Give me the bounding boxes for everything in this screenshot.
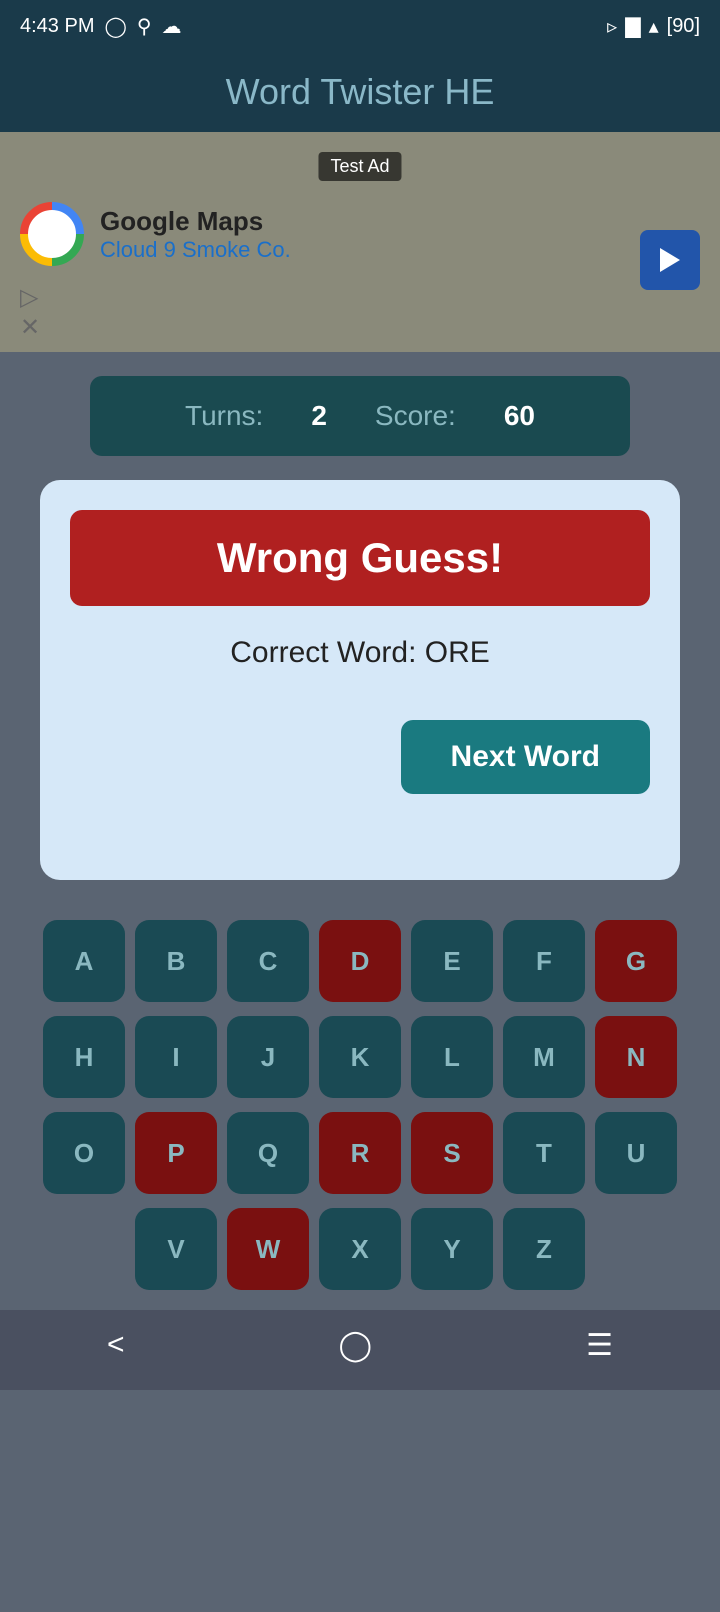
vibrate-icon: ▹ <box>607 14 617 39</box>
wifi-icon: ▴ <box>649 14 659 39</box>
key-a[interactable]: A <box>43 920 125 1002</box>
key-x[interactable]: X <box>319 1208 401 1290</box>
status-bar-right: ▹ ▇ ▴ [90] <box>607 14 700 39</box>
ad-label: Test Ad <box>318 152 401 181</box>
keyboard-area: ABCDEFG HIJKLMN OPQRSTU VWXYZ <box>0 920 720 1290</box>
score-value: 60 <box>504 400 535 432</box>
ad-navigation-icon[interactable] <box>640 230 700 290</box>
home-button[interactable]: ◯ <box>339 1328 373 1363</box>
correct-word-display: Correct Word: ORE <box>230 636 490 670</box>
battery-display: [90] <box>667 15 700 38</box>
key-p[interactable]: P <box>135 1112 217 1194</box>
key-w[interactable]: W <box>227 1208 309 1290</box>
key-h[interactable]: H <box>43 1016 125 1098</box>
ad-banner: Test Ad Google Maps Cloud 9 Smoke Co. ▷ … <box>0 132 720 352</box>
keyboard-row-2: OPQRSTU <box>20 1112 700 1194</box>
key-f[interactable]: F <box>503 920 585 1002</box>
menu-button[interactable]: ☰ <box>586 1328 613 1363</box>
key-l[interactable]: L <box>411 1016 493 1098</box>
key-v[interactable]: V <box>135 1208 217 1290</box>
wrong-guess-text: Wrong Guess! <box>217 534 503 581</box>
score-label: Score: <box>375 400 456 432</box>
app-header: Word Twister HE <box>0 52 720 132</box>
turns-value: 2 <box>311 400 327 432</box>
key-g[interactable]: G <box>595 920 677 1002</box>
key-z[interactable]: Z <box>503 1208 585 1290</box>
ad-play-icon: ▷ <box>20 283 38 312</box>
bottom-nav: < ◯ ☰ <box>0 1310 720 1390</box>
key-s[interactable]: S <box>411 1112 493 1194</box>
whatsapp-icon: ◯ <box>104 14 126 39</box>
keyboard-row-0: ABCDEFG <box>20 920 700 1002</box>
key-u[interactable]: U <box>595 1112 677 1194</box>
key-i[interactable]: I <box>135 1016 217 1098</box>
score-bar: Turns: 2 Score: 60 <box>90 376 630 456</box>
key-q[interactable]: Q <box>227 1112 309 1194</box>
ad-subtitle: Cloud 9 Smoke Co. <box>100 237 291 263</box>
key-j[interactable]: J <box>227 1016 309 1098</box>
time-display: 4:43 PM <box>20 15 94 38</box>
key-r[interactable]: R <box>319 1112 401 1194</box>
result-dialog: Wrong Guess! Correct Word: ORE Next Word <box>40 480 680 880</box>
back-button[interactable]: < <box>107 1328 125 1362</box>
app-title: Word Twister HE <box>226 71 495 113</box>
ad-text-block: Google Maps Cloud 9 Smoke Co. <box>100 206 291 263</box>
status-bar: 4:43 PM ◯ ⚲ ☁ ▹ ▇ ▴ [90] <box>0 0 720 52</box>
turns-label: Turns: <box>185 400 263 432</box>
cloud-icon: ☁ <box>162 14 182 39</box>
ad-close-icon[interactable]: ✕ <box>20 313 40 342</box>
key-t[interactable]: T <box>503 1112 585 1194</box>
ad-company-name: Google Maps <box>100 206 291 237</box>
wrong-guess-banner: Wrong Guess! <box>70 510 650 606</box>
key-c[interactable]: C <box>227 920 309 1002</box>
google-maps-logo <box>20 202 84 266</box>
key-k[interactable]: K <box>319 1016 401 1098</box>
key-b[interactable]: B <box>135 920 217 1002</box>
key-d[interactable]: D <box>319 920 401 1002</box>
key-n[interactable]: N <box>595 1016 677 1098</box>
ad-content: Google Maps Cloud 9 Smoke Co. <box>20 202 291 266</box>
key-m[interactable]: M <box>503 1016 585 1098</box>
key-e[interactable]: E <box>411 920 493 1002</box>
usb-icon: ⚲ <box>137 14 152 39</box>
key-o[interactable]: O <box>43 1112 125 1194</box>
status-bar-left: 4:43 PM ◯ ⚲ ☁ <box>20 14 182 39</box>
keyboard-row-3: VWXYZ <box>20 1208 700 1290</box>
signal-icon: ▇ <box>625 14 640 39</box>
next-word-button[interactable]: Next Word <box>401 720 650 794</box>
keyboard-row-1: HIJKLMN <box>20 1016 700 1098</box>
key-y[interactable]: Y <box>411 1208 493 1290</box>
